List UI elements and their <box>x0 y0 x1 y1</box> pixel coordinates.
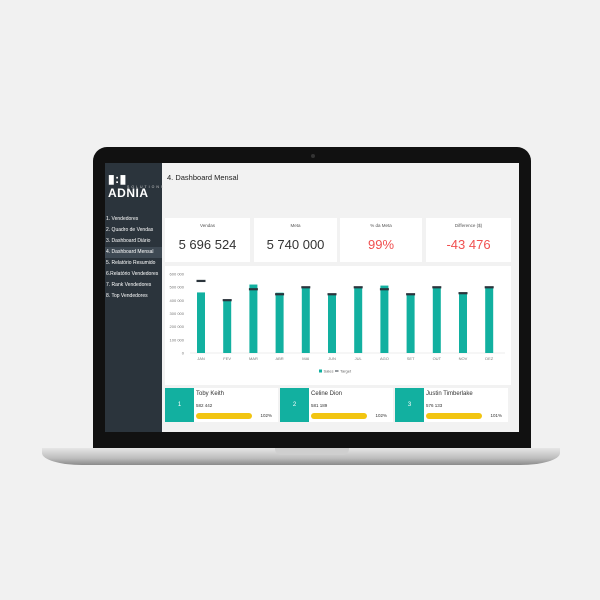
sales-bar <box>249 284 258 353</box>
sales-bar <box>275 292 284 353</box>
sales-bar <box>459 292 467 353</box>
sales-bar <box>328 294 336 353</box>
sidebar-item[interactable]: 4. Dashboard Mensal <box>105 247 162 258</box>
sidebar-item[interactable]: 7. Rank Vendedores <box>105 280 162 291</box>
top-seller-card: 2 Celine Dion 581 189 102% <box>280 388 393 422</box>
x-tick-label: MAI <box>302 356 309 361</box>
progress-bar <box>311 413 367 419</box>
seller-sales: 582 442 <box>196 403 213 408</box>
legend-sales-swatch <box>319 369 322 373</box>
kpi-value: 5 740 000 <box>266 237 325 252</box>
sales-bar <box>406 294 415 353</box>
kpi-value: -43 476 <box>446 237 491 252</box>
rank-badge: 1 <box>165 388 194 422</box>
x-tick-label: DEZ <box>485 356 494 361</box>
sidebar-item[interactable]: 3. Dashboard Diário <box>105 236 162 247</box>
x-tick-label: JUL <box>355 356 363 361</box>
y-tick-label: 200 000 <box>170 324 185 329</box>
target-marker <box>275 293 285 296</box>
y-tick-label: 600 000 <box>170 272 185 277</box>
logo-icon: ▮:▮ <box>108 172 127 186</box>
target-marker <box>484 286 494 289</box>
legend-sales-label: Sales <box>324 369 334 374</box>
kpi-label: Meta <box>290 223 301 228</box>
camera <box>311 154 315 158</box>
x-tick-label: MAR <box>249 356 258 361</box>
y-tick-label: 500 000 <box>170 285 185 290</box>
progress-bar <box>196 413 252 419</box>
sidebar-item[interactable]: 6.Relatório Vendedores <box>105 269 162 280</box>
target-marker <box>301 286 311 289</box>
seller-name: Celine Dion <box>311 391 343 397</box>
seller-sales: 581 189 <box>311 403 328 408</box>
sidebar-item[interactable]: 2. Quadro de Vendas <box>105 225 162 236</box>
progress-bar <box>426 413 482 419</box>
top-seller-card: 1 Toby Keith 582 442 102% <box>165 388 278 422</box>
target-marker <box>458 292 468 295</box>
logo-subtitle: SOLUTIONS <box>127 185 166 189</box>
kpi-label: % da Meta <box>370 223 392 228</box>
target-marker <box>248 288 258 291</box>
y-tick-label: 100 000 <box>170 337 185 342</box>
x-tick-label: ABR <box>275 356 283 361</box>
seller-sales: 576 133 <box>426 403 443 408</box>
sales-chart: 0 100 000 200 000 300 000 400 000 500 000 600 … <box>165 266 511 385</box>
y-tick-label: 300 000 <box>170 311 185 316</box>
sales-bar <box>485 287 494 353</box>
x-tick-label: FEV <box>223 356 231 361</box>
target-marker <box>196 279 206 283</box>
target-marker <box>432 286 442 289</box>
x-tick-label: SET <box>407 356 415 361</box>
sales-bar <box>354 287 363 353</box>
seller-name: Justin Timberlake <box>426 391 473 397</box>
sales-bar <box>432 287 441 353</box>
y-tick-label: 400 000 <box>170 298 185 303</box>
x-tick-label: OUT <box>433 356 442 361</box>
y-tick-label: 0 <box>182 351 185 356</box>
progress-percent: 102% <box>260 413 272 418</box>
kpi-card: Meta 5 740 000 <box>254 218 337 262</box>
kpi-value: 5 696 524 <box>178 237 237 252</box>
kpi-card: Difference ($) -43 476 <box>426 218 511 262</box>
rank-badge: 3 <box>395 388 424 422</box>
sales-bar <box>223 300 232 353</box>
target-marker <box>379 288 389 291</box>
progress-percent: 101% <box>490 413 502 418</box>
sales-bar <box>197 292 205 353</box>
seller-name: Toby Keith <box>196 391 225 397</box>
x-tick-label: AGO <box>380 356 389 361</box>
x-tick-label: NOV <box>459 356 468 361</box>
sidebar-item[interactable]: 5. Relatório Resumido <box>105 258 162 269</box>
x-tick-label: JAN <box>197 356 205 361</box>
sales-bar <box>380 285 389 353</box>
legend-target-swatch <box>335 370 339 372</box>
target-marker <box>222 299 232 302</box>
screen: ▮:▮ ADNIA SOLUTIONS 1. Vendedores 2. Quad… <box>105 163 519 432</box>
sidebar-item[interactable]: 8. Top Vendedores <box>105 291 162 302</box>
sidebar: ▮:▮ ADNIA SOLUTIONS 1. Vendedores 2. Quad… <box>105 163 166 432</box>
kpi-card: Vendas 5 696 524 <box>165 218 250 262</box>
legend-target-label: Target <box>340 369 352 374</box>
progress-percent: 102% <box>375 413 387 418</box>
sidebar-item[interactable]: 1. Vendedores <box>105 214 162 225</box>
sales-bar <box>301 287 310 353</box>
sidebar-nav: 1. Vendedores 2. Quadro de Vendas 3. Dashb… <box>105 214 162 302</box>
target-marker <box>353 286 363 289</box>
laptop-notch <box>275 448 349 455</box>
x-tick-label: JUN <box>328 356 336 361</box>
kpi-card: % da Meta 99% <box>340 218 422 262</box>
rank-badge: 2 <box>280 388 309 422</box>
target-marker <box>327 293 337 296</box>
kpi-label: Vendas <box>199 223 215 228</box>
kpi-label: Difference ($) <box>454 223 483 228</box>
kpi-value: 99% <box>367 237 395 252</box>
page-title: 4. Dashboard Mensal <box>167 173 239 182</box>
top-seller-card: 3 Justin Timberlake 576 133 101% <box>395 388 508 422</box>
target-marker <box>406 293 416 296</box>
